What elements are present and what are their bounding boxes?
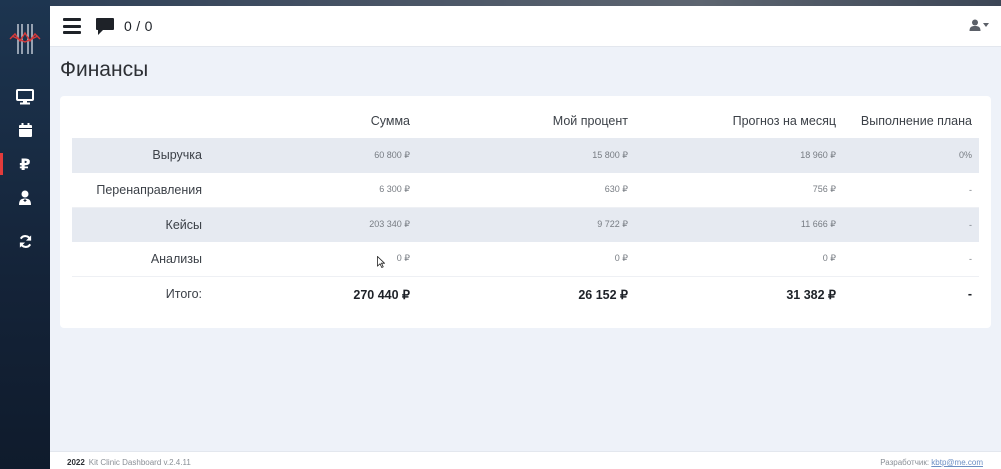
sidebar-item-calendar[interactable] (15, 120, 35, 140)
cell-percent: 15 800 ₽ (417, 138, 635, 173)
sidebar-item-sync[interactable] (15, 231, 35, 251)
footer-developer-link[interactable]: kbtp@me.com (931, 458, 983, 467)
column-header-plan: Выполнение плана (860, 114, 972, 128)
user-icon (969, 19, 981, 31)
page-title: Финансы (60, 58, 149, 81)
row-label: Выручка (72, 138, 209, 173)
table-row-cases: Кейсы 203 340 ₽ 9 722 ₽ 11 666 ₽ - (72, 207, 979, 242)
ruble-icon: ₽ (19, 154, 31, 174)
top-bar: 0 / 0 (50, 6, 1001, 47)
row-label: Перенаправления (72, 172, 209, 208)
table-row-redirects: Перенаправления 6 300 ₽ 630 ₽ 756 ₽ - (72, 172, 979, 208)
sidebar-item-monitor[interactable] (15, 87, 35, 107)
cell-sum: 6 300 ₽ (209, 172, 417, 208)
cell-percent: 0 ₽ (417, 241, 635, 277)
chat-icon[interactable] (95, 17, 115, 41)
footer-app-info: 2022 Kit Clinic Dashboard v.2.4.11 (67, 458, 191, 467)
cell-plan: - (843, 241, 979, 277)
cell-plan: - (843, 172, 979, 208)
clinic-logo-icon[interactable] (9, 22, 41, 56)
footer: 2022 Kit Clinic Dashboard v.2.4.11 Разраб… (50, 451, 1001, 469)
cell-percent: 630 ₽ (417, 172, 635, 208)
finance-card: Сумма Мой процент Прогноз на месяц Выпол… (60, 96, 991, 328)
footer-app-name: Kit Clinic Dashboard v.2.4.11 (88, 458, 191, 467)
column-header-label (72, 104, 209, 138)
doctor-icon (19, 190, 31, 205)
column-header-sum: Сумма (370, 114, 410, 128)
row-label: Анализы (72, 241, 209, 277)
column-header-forecast: Прогноз на месяц (732, 114, 836, 128)
cell-forecast: 18 960 ₽ (635, 138, 843, 173)
cell-sum: 203 340 ₽ (209, 207, 417, 242)
cell-forecast: 11 666 ₽ (635, 207, 843, 242)
sidebar-item-finance[interactable]: ₽ (15, 154, 35, 174)
sync-icon (19, 234, 31, 248)
cell-forecast: 0 ₽ (635, 241, 843, 277)
sidebar: ₽ (0, 0, 50, 469)
column-header-percent: Мой процент (552, 114, 628, 128)
caret-down-icon (983, 23, 989, 27)
cell-plan: - (843, 207, 979, 242)
total-label: Итого: (165, 287, 202, 302)
cell-plan: 0% (843, 138, 979, 173)
sidebar-active-indicator (0, 153, 3, 175)
menu-toggle-icon[interactable] (63, 18, 81, 34)
finance-table: Сумма Мой процент Прогноз на месяц Выпол… (72, 104, 979, 311)
table-header-row: Сумма Мой процент Прогноз на месяц Выпол… (72, 104, 979, 138)
chat-counter: 0 / 0 (124, 18, 153, 34)
user-menu-button[interactable] (969, 19, 989, 31)
footer-year: 2022 (67, 458, 85, 467)
calendar-icon (18, 123, 32, 137)
mouse-cursor-icon (377, 255, 386, 273)
table-row-total: Итого: 270 440 ₽ 26 152 ₽ 31 382 ₽ - (72, 276, 979, 311)
cell-sum: 60 800 ₽ (209, 138, 417, 173)
cell-sum: 0 ₽ (209, 241, 417, 277)
table-row-revenue: Выручка 60 800 ₽ 15 800 ₽ 18 960 ₽ 0% (72, 138, 979, 173)
total-percent: 26 152 ₽ (578, 287, 628, 302)
sidebar-item-doctors[interactable] (15, 188, 35, 208)
table-row-analyses: Анализы 0 ₽ 0 ₽ 0 ₽ - (72, 241, 979, 277)
footer-developer-label: Разработчик: (880, 458, 930, 467)
total-plan: - (967, 287, 972, 302)
cell-forecast: 756 ₽ (635, 172, 843, 208)
cell-percent: 9 722 ₽ (417, 207, 635, 242)
monitor-icon (16, 89, 34, 105)
total-forecast: 31 382 ₽ (786, 287, 836, 302)
row-label: Кейсы (72, 207, 209, 242)
footer-developer: Разработчик: kbtp@me.com (880, 458, 983, 467)
total-sum: 270 440 ₽ (353, 287, 410, 302)
